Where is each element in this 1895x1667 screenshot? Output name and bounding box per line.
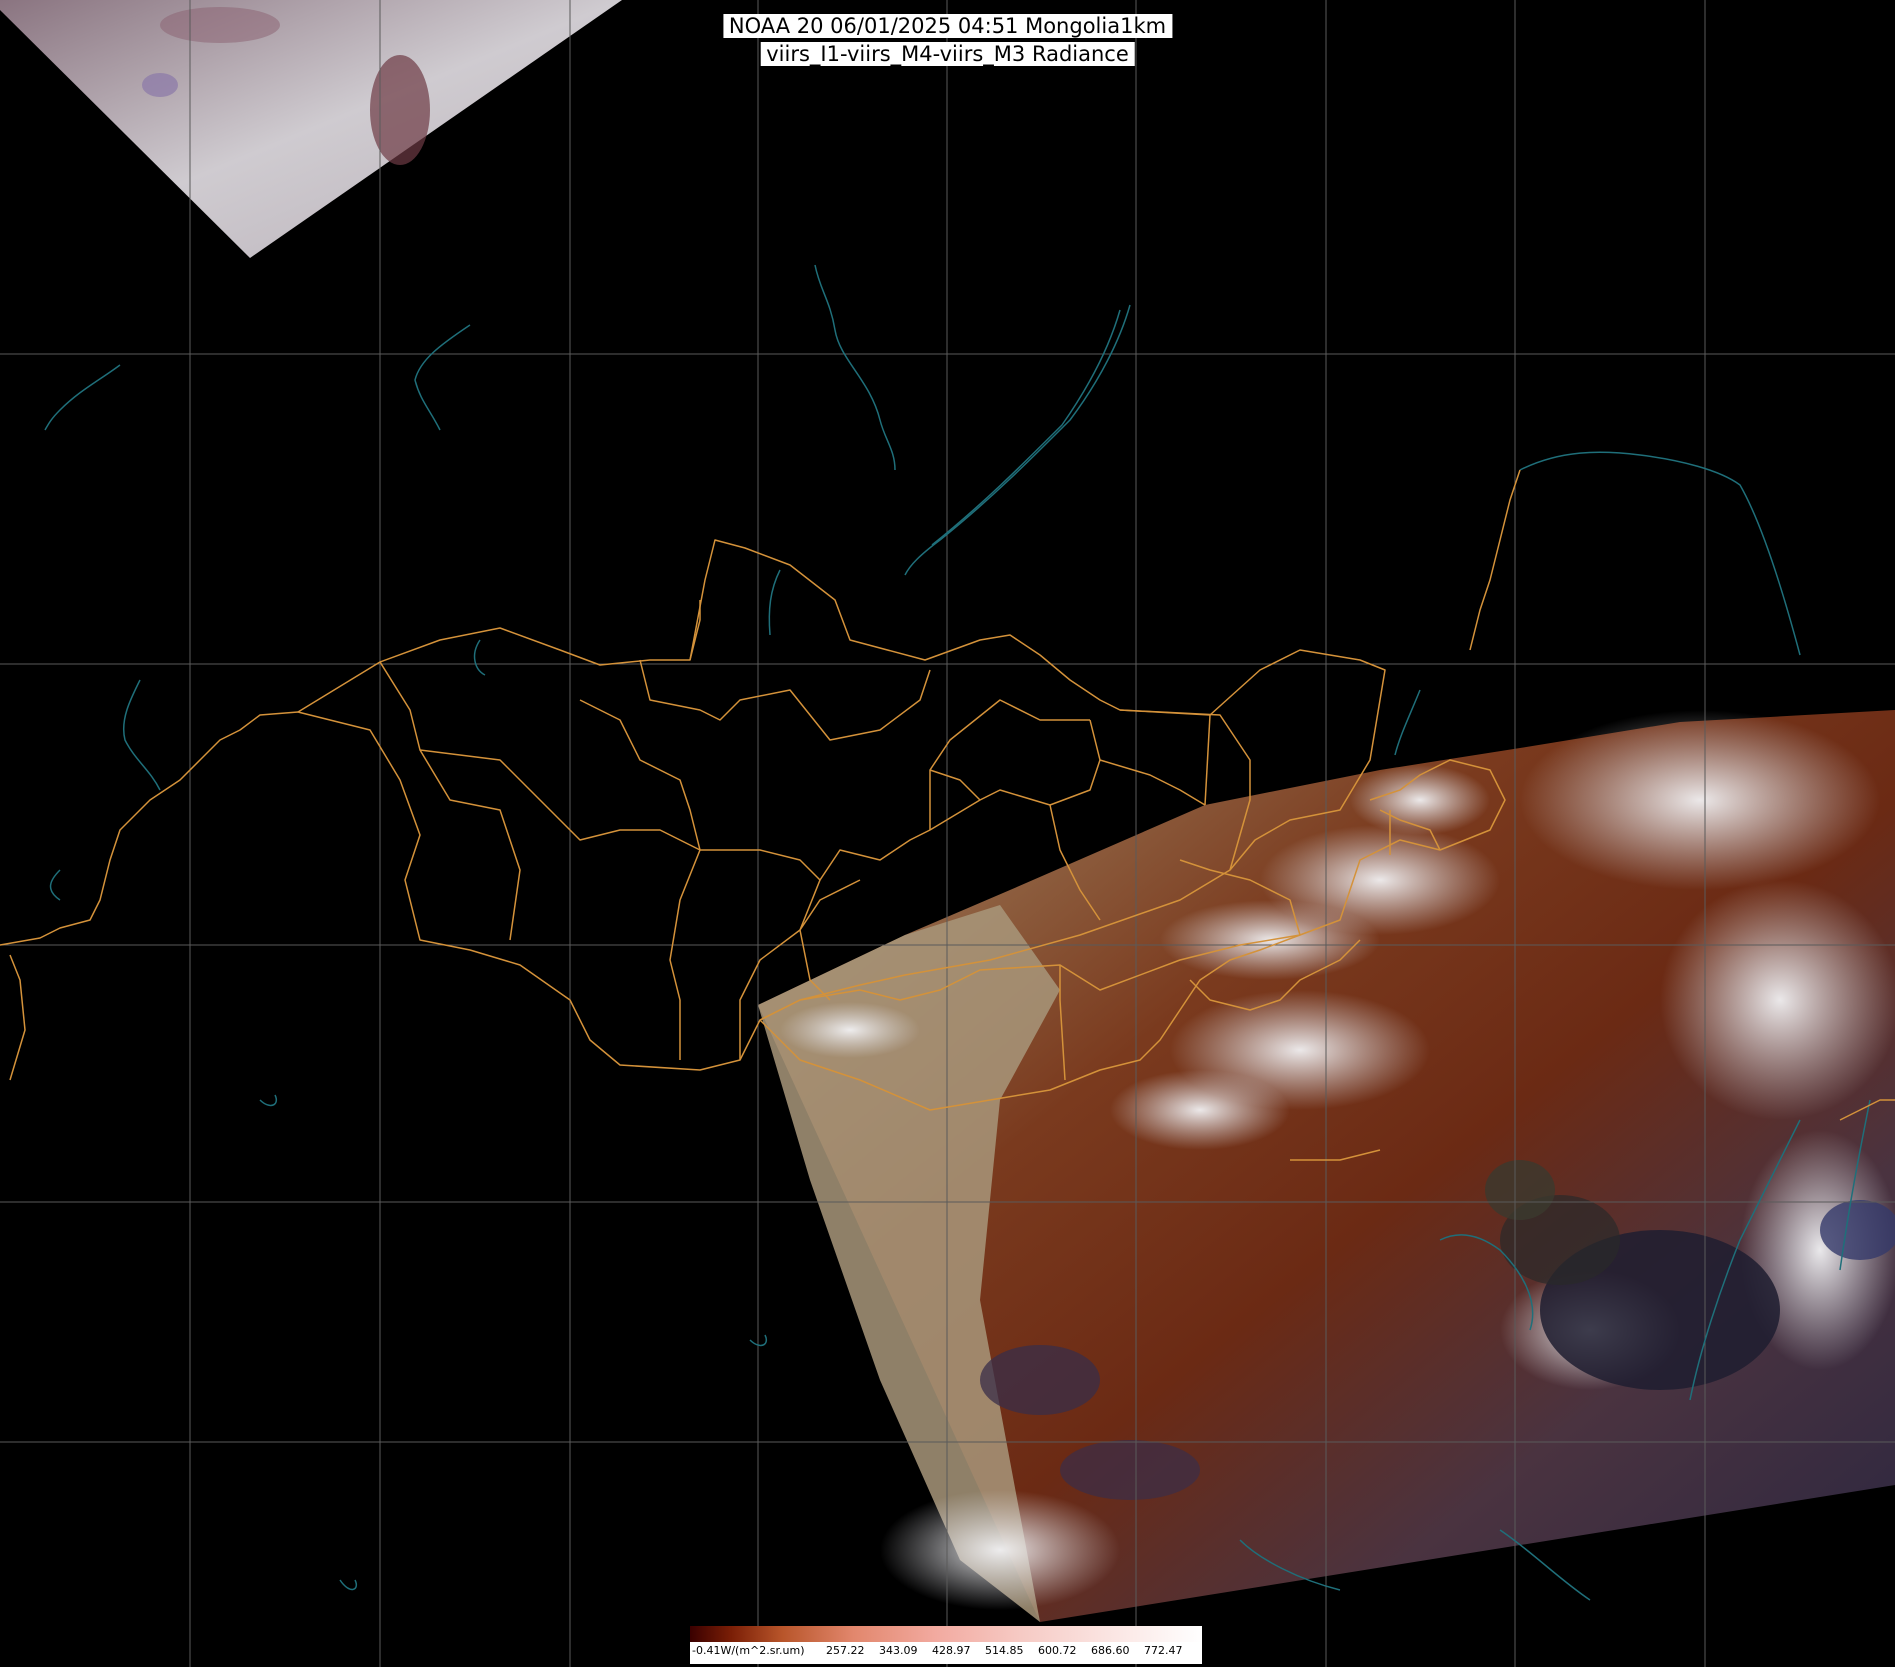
colorbar-labels: -0.41W/(m^2.sr.um) 257.22 343.09 428.97 … [690, 1644, 1202, 1662]
colorbar-ramp [690, 1626, 1202, 1642]
colorbar-tick-label: 600.72 [1038, 1644, 1077, 1657]
colorbar-tick-label: 428.97 [932, 1644, 971, 1657]
colorbar-tick-label: 686.60 [1091, 1644, 1130, 1657]
colorbar-tick-label: 257.22 [826, 1644, 865, 1657]
satellite-map [0, 0, 1895, 1667]
colorbar-unit-label: -0.41W/(m^2.sr.um) [692, 1644, 805, 1657]
imagery-swath-northwest [0, 0, 622, 258]
colorbar: -0.41W/(m^2.sr.um) 257.22 343.09 428.97 … [690, 1626, 1202, 1664]
map-title-line-2: viirs_I1-viirs_M4-viirs_M3 Radiance [760, 42, 1135, 66]
colorbar-tick-label: 772.47 [1144, 1644, 1183, 1657]
colorbar-tick-label: 514.85 [985, 1644, 1024, 1657]
map-title-line-1: NOAA 20 06/01/2025 04:51 Mongolia1km [722, 14, 1173, 38]
colorbar-tick-label: 343.09 [879, 1644, 918, 1657]
